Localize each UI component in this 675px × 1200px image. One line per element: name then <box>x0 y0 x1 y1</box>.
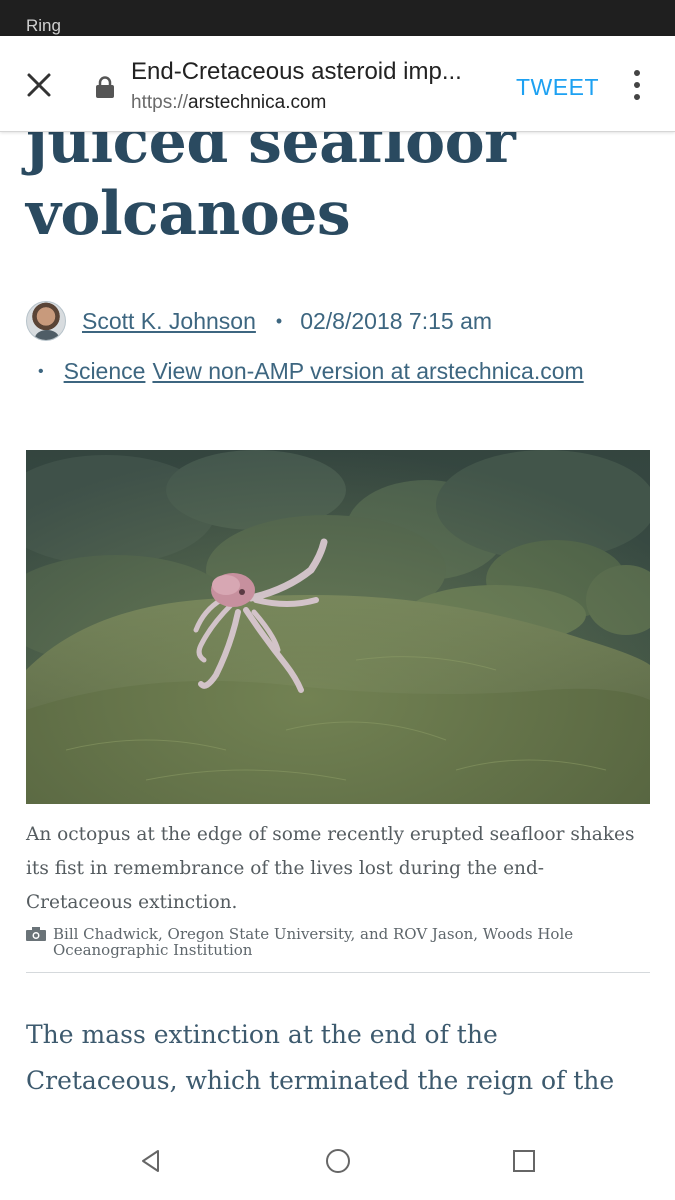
close-icon[interactable] <box>22 68 56 102</box>
tweet-button[interactable]: TWEET <box>516 74 599 101</box>
category-row: • Science View non-AMP version at arstec… <box>38 358 658 385</box>
carrier-label: Ring <box>26 16 61 35</box>
non-amp-link[interactable]: View non-AMP version at arstechnica.com <box>152 358 583 385</box>
home-circle-icon[interactable] <box>323 1146 353 1176</box>
custom-tab-toolbar: End-Cretaceous asteroid imp... https://a… <box>0 36 675 132</box>
hero-image <box>26 450 650 804</box>
back-triangle-icon[interactable] <box>136 1146 166 1176</box>
publish-date: 02/8/2018 7:15 am <box>300 307 493 334</box>
credit-text: Bill Chadwick, Oregon State University, … <box>53 925 574 959</box>
lock-icon <box>96 76 114 98</box>
page-title: End-Cretaceous asteroid imp... <box>131 58 462 85</box>
author-link[interactable]: Scott K. Johnson <box>82 308 256 335</box>
byline: Scott K. Johnson • 02/8/2018 7:15 am <box>26 300 656 342</box>
octopus-seafloor-photo <box>26 450 650 804</box>
body-line: The mass extinction at the end of the <box>26 1020 498 1049</box>
article-body: The mass extinction at the end of the Cr… <box>26 1012 656 1104</box>
headline-line: volcanoes <box>26 179 351 249</box>
body-line: Cretaceous, which terminated the reign o… <box>26 1066 615 1095</box>
url-domain: arstechnica.com <box>188 92 327 113</box>
byline-separator: • <box>275 310 283 331</box>
recents-square-icon[interactable] <box>509 1146 539 1176</box>
image-caption: An octopus at the edge of some recently … <box>26 824 635 913</box>
status-bar: Ring <box>0 0 675 36</box>
more-vert-icon[interactable] <box>626 68 648 102</box>
category-bullet: • <box>38 362 44 380</box>
article-content[interactable]: juiced seafloor volcanoes Scott K. Johns… <box>0 36 675 1122</box>
image-credit: Bill Chadwick, Oregon State University, … <box>26 926 646 958</box>
category-link[interactable]: Science <box>64 358 146 385</box>
url-display: https://arstechnica.com <box>131 92 326 114</box>
url-scheme: https:// <box>131 92 189 113</box>
author-avatar[interactable] <box>26 301 66 341</box>
divider <box>26 972 650 973</box>
navigation-bar <box>0 1122 675 1200</box>
camera-icon <box>26 927 46 941</box>
